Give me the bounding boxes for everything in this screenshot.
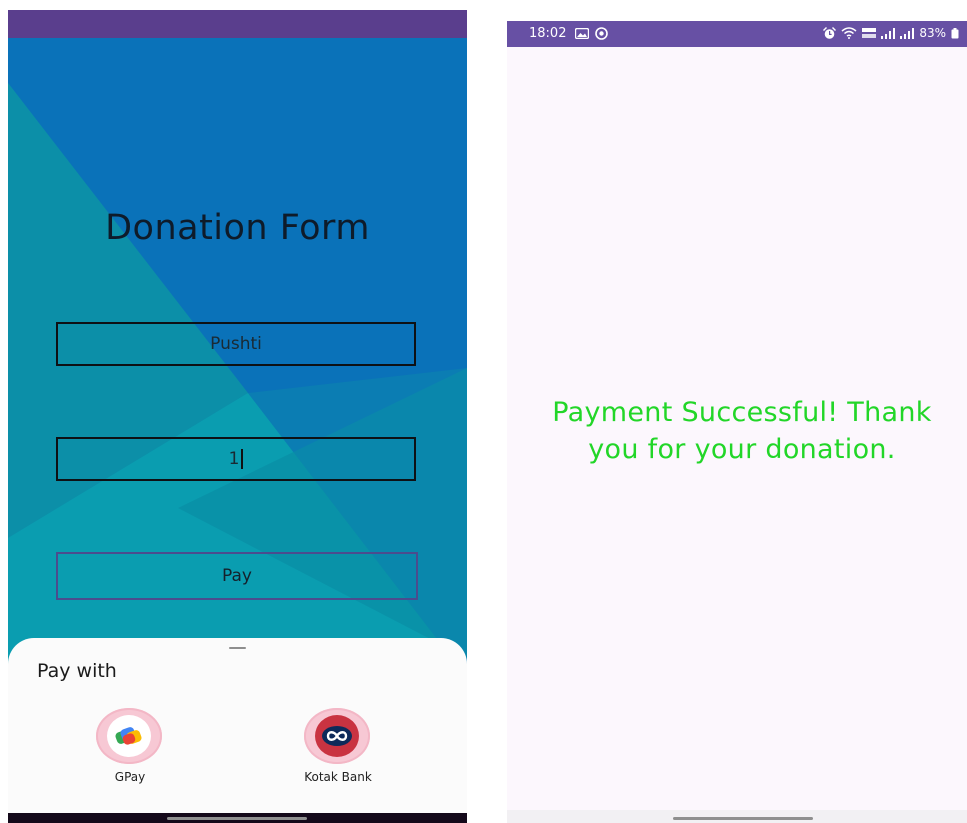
volte-icon: [862, 28, 877, 38]
amount-field[interactable]: 1: [56, 437, 416, 481]
text-cursor: [241, 449, 244, 469]
battery-percentage: 83%: [919, 26, 946, 40]
home-gesture-handle[interactable]: [673, 817, 813, 820]
donation-form-screen: Donation Form Pushti 1 Pay Pay with GPay…: [8, 10, 467, 823]
sheet-drag-handle[interactable]: [229, 647, 246, 649]
navigation-bar: [507, 810, 967, 823]
payment-success-message: Payment Successful! Thank you for your d…: [552, 397, 932, 465]
payment-success-screen: 18:02 83% Payment Successful! Thank you …: [507, 21, 967, 823]
page-title: Donation Form: [105, 208, 370, 248]
payment-option-kotak[interactable]: Kotak Bank: [268, 708, 408, 788]
payment-option-label: Kotak Bank: [304, 770, 372, 784]
amount-field-value: 1: [228, 449, 240, 469]
name-field-value: Pushti: [210, 334, 262, 354]
sheet-title: Pay with: [37, 660, 117, 682]
battery-icon: [951, 27, 959, 38]
kotak-icon: [304, 708, 370, 764]
pay-button[interactable]: Pay: [56, 552, 418, 600]
notification-app-icon: [595, 27, 608, 40]
signal-icon: [881, 27, 896, 39]
wifi-icon: [841, 27, 857, 39]
signal-icon: [900, 27, 915, 39]
navigation-bar: [8, 813, 467, 823]
gpay-icon: [96, 708, 162, 764]
name-field[interactable]: Pushti: [56, 322, 416, 366]
payment-bottom-sheet: Pay with GPay Kotak Bank: [8, 638, 467, 816]
status-bar: 18:02 83%: [507, 21, 967, 47]
home-gesture-handle[interactable]: [167, 817, 307, 820]
status-time: 18:02: [529, 26, 567, 41]
pay-button-label: Pay: [222, 566, 252, 586]
payment-option-gpay[interactable]: GPay: [60, 708, 200, 788]
payment-option-label: GPay: [114, 770, 146, 784]
gallery-icon: [575, 28, 589, 39]
alarm-icon: [823, 26, 837, 39]
status-bar: [8, 10, 467, 38]
